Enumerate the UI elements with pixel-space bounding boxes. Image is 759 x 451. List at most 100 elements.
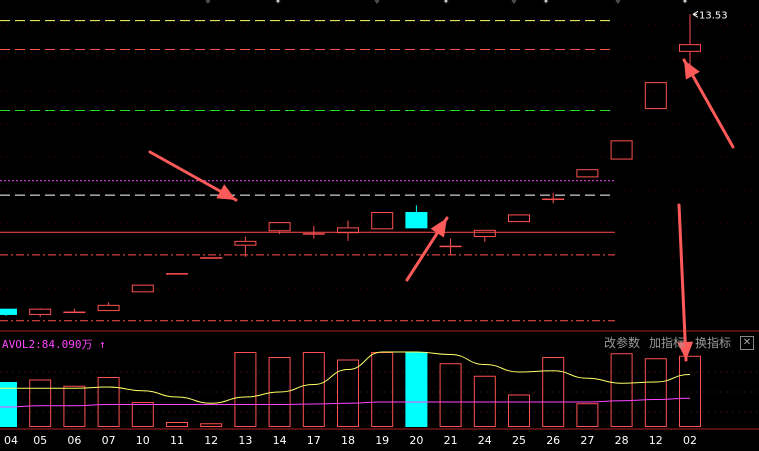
candle[interactable] [166, 273, 188, 275]
x-tick-label: 24 [478, 434, 492, 447]
volume-bar[interactable] [234, 352, 257, 427]
volume-indicator-label: AVOL2:84.090万 ↑ [2, 338, 106, 351]
volume-bar[interactable] [679, 355, 701, 427]
volume-bar[interactable] [644, 358, 667, 427]
candle-body [576, 169, 599, 178]
candle[interactable] [337, 220, 359, 241]
x-tick-label: 07 [102, 434, 116, 447]
x-tick-label: 27 [580, 434, 594, 447]
candle[interactable] [576, 169, 599, 178]
top-marker: ✧ [205, 0, 212, 6]
x-tick-label: 19 [375, 434, 389, 447]
candle-body [63, 311, 86, 314]
candle[interactable] [405, 205, 428, 229]
candle[interactable] [63, 308, 86, 314]
annotation-arrow-head [430, 218, 447, 238]
candle-body [97, 304, 120, 312]
x-tick-label: 10 [136, 434, 150, 447]
candle-body [302, 233, 325, 235]
volume-bar[interactable] [29, 379, 52, 427]
top-marker: ✦ [543, 0, 550, 6]
candle-body [508, 214, 530, 223]
candle-body [679, 44, 701, 52]
x-tick-label: 17 [307, 434, 321, 447]
top-marker: ✧ [615, 0, 622, 6]
candle[interactable] [439, 238, 462, 255]
x-tick-label: 20 [409, 434, 423, 447]
volume-bar[interactable] [371, 352, 394, 427]
candle-body [542, 198, 565, 201]
candle[interactable] [679, 14, 701, 67]
candle[interactable] [0, 308, 17, 316]
close-icon[interactable]: ✕ [740, 336, 754, 350]
modify-params-button[interactable]: 改参数 [604, 334, 640, 351]
add-indicator-button[interactable]: 加指标 [649, 334, 685, 351]
top-marker: ✦ [682, 0, 689, 6]
volume-bar[interactable] [200, 423, 223, 427]
candle-body [610, 140, 633, 160]
volume-bar[interactable] [131, 402, 154, 427]
x-tick-label: 26 [546, 434, 560, 447]
candle[interactable] [644, 82, 667, 110]
candle-body [644, 82, 667, 110]
candle[interactable] [97, 302, 120, 312]
top-marker: ✧ [374, 0, 381, 6]
candle[interactable] [200, 257, 223, 259]
high-price-label: 13.53 [699, 10, 728, 21]
volume-bar[interactable] [166, 422, 188, 427]
x-tick-label: 12 [649, 434, 663, 447]
candle-body [473, 229, 496, 238]
volume-layer[interactable] [0, 351, 701, 427]
annotation-arrow [148, 150, 238, 202]
kline-chart[interactable]: ✧ ✦ ✧ ✦ ✧ ✦ ✧ ✦ 04 05 06 07 10 11 12 13 14 17 18 19 20 21 24 2… [0, 0, 759, 451]
price-levels-layer [0, 20, 615, 322]
candle[interactable] [542, 192, 565, 204]
candle-body [29, 308, 52, 315]
candle-body [405, 212, 428, 229]
x-tick-label: 05 [33, 434, 47, 447]
candle[interactable] [371, 212, 394, 230]
candle-body [131, 284, 154, 293]
switch-indicator-button[interactable]: 换指标 [695, 334, 731, 351]
x-tick-label: 14 [273, 434, 287, 447]
top-marker: ✦ [275, 0, 282, 6]
candle-body [166, 273, 188, 275]
x-tick-label: 28 [615, 434, 629, 447]
candle[interactable] [131, 284, 154, 293]
annotation-arrow [682, 58, 735, 149]
volume-bar[interactable] [610, 353, 633, 427]
candle-body [268, 222, 291, 232]
candle-body [200, 257, 223, 259]
volume-bar[interactable] [439, 363, 462, 427]
candle-body [371, 212, 394, 230]
candle[interactable] [610, 140, 633, 160]
candle[interactable] [234, 236, 257, 257]
volume-bar[interactable] [473, 375, 496, 427]
volume-bar[interactable] [405, 352, 428, 427]
volume-bar[interactable] [576, 403, 599, 427]
volume-ma-magenta-line [0, 397, 691, 408]
x-tick-label: 25 [512, 434, 526, 447]
top-marker: ✧ [511, 0, 518, 6]
top-markers-layer: ✧ ✦ ✧ ✦ ✧ ✦ ✧ ✦ [205, 0, 699, 18]
candles-layer[interactable] [0, 14, 701, 317]
top-marker: ✦ [443, 0, 450, 6]
candle-body [234, 240, 257, 246]
volume-bar[interactable] [302, 352, 325, 427]
volume-bar[interactable] [508, 394, 530, 427]
x-tick-label: 21 [444, 434, 458, 447]
candle-body [439, 245, 462, 248]
candle-body [0, 308, 17, 315]
candle[interactable] [508, 214, 530, 223]
candle[interactable] [29, 308, 52, 317]
candle[interactable] [473, 229, 496, 242]
x-tick-label: 04 [4, 434, 18, 447]
x-tick-label: 12 [204, 434, 218, 447]
x-tick-label: 18 [341, 434, 355, 447]
x-axis: 04 05 06 07 10 11 12 13 14 17 18 19 20 21 24 25 26 27 28 12… [4, 434, 697, 447]
x-tick-label: 11 [170, 434, 184, 447]
x-tick-label: 06 [67, 434, 81, 447]
volume-bar[interactable] [97, 377, 120, 427]
x-tick-label: 02 [683, 434, 697, 447]
x-tick-label: 13 [238, 434, 252, 447]
